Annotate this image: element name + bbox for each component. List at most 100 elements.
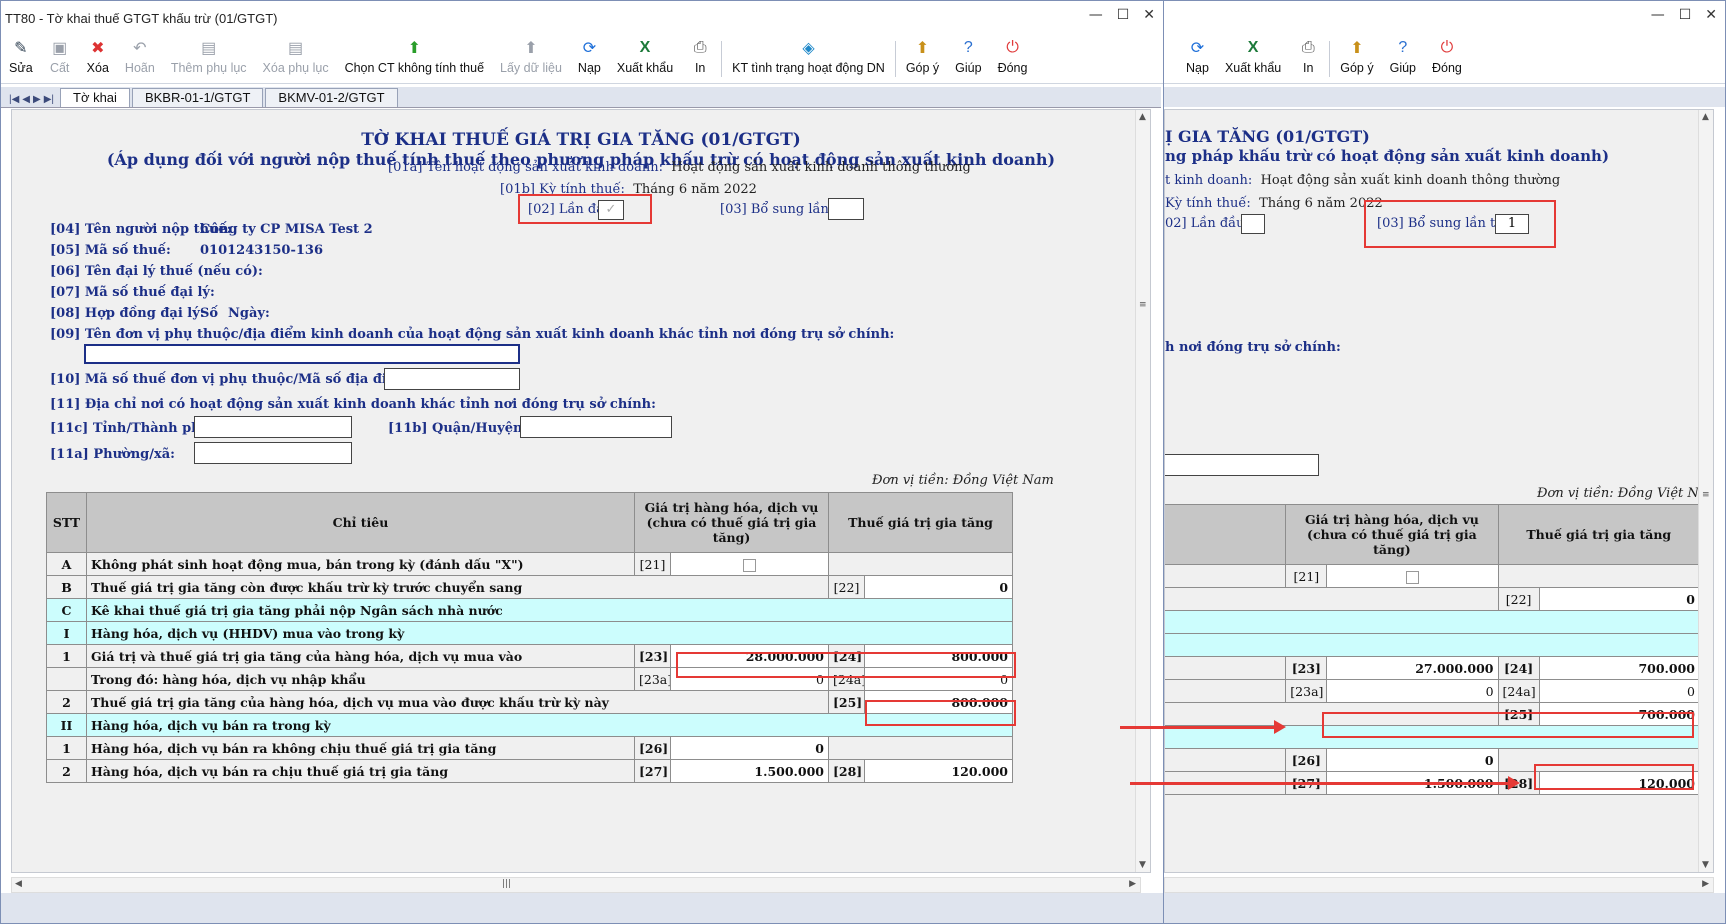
get-data-button[interactable]: ⬆ Lấy dữ liệu — [500, 35, 562, 75]
maximize-icon[interactable]: ☐ — [1679, 7, 1692, 23]
tab-bkbr[interactable]: BKBR-01-1/GTGT — [131, 88, 264, 107]
table-row: B Thuế giá trị gia tăng còn được khấu tr… — [46, 575, 1014, 599]
table-row: 1 Hàng hóa, dịch vụ bán ra không chịu th… — [46, 736, 1014, 760]
check-status-icon: ◈ — [802, 40, 815, 57]
close-icon[interactable]: ✕ — [1143, 7, 1155, 23]
first-tab-icon[interactable]: |◀ — [9, 94, 19, 105]
print-icon: ⎙ — [693, 39, 707, 56]
excel-icon: X — [639, 39, 651, 56]
form-content: TỜ KHAI THUẾ GIÁ TRỊ GIA TĂNG (01/GTGT) … — [11, 109, 1151, 873]
f09-label-right: h nơi đóng trụ sở chính: — [1165, 340, 1341, 355]
table-header-right: Giá trị hàng hóa, dịch vụ (chưa có thuế … — [1165, 504, 1701, 565]
vertical-scrollbar[interactable]: ▲ ≡ ▼ — [1135, 110, 1150, 872]
tab-bkmv[interactable]: BKMV-01-2/GTGT — [265, 88, 398, 107]
f11b-input-right[interactable] — [1165, 454, 1319, 476]
highlight-row-25-right — [1534, 764, 1694, 790]
close-icon[interactable]: ✕ — [1705, 7, 1717, 23]
f11a-input[interactable] — [194, 442, 352, 464]
horizontal-scrollbar[interactable]: ◀ ||| ▶ — [11, 877, 1141, 893]
f02-checkbox-right[interactable] — [1241, 214, 1265, 234]
select-non-taxable-button[interactable]: ⬆ Chọn CT không tính thuế — [345, 35, 484, 75]
no-activity-checkbox[interactable] — [743, 558, 756, 572]
no-activity-checkbox-right[interactable] — [1405, 570, 1419, 584]
form-title-right: Ị GIA TĂNG (01/GTGT) — [1165, 127, 1370, 146]
help-button-right[interactable]: ? Giúp — [1390, 35, 1416, 75]
highlight-f03-right — [1364, 200, 1556, 248]
tax-table-right: Giá trị hàng hóa, dịch vụ (chưa có thuế … — [1165, 504, 1701, 795]
f09-input[interactable] — [84, 344, 520, 364]
feedback-button-right[interactable]: ⬆ Góp ý — [1340, 35, 1373, 75]
f02-label-right: 02] Lần đầu: — [1165, 216, 1249, 231]
currency-note: Đơn vị tiền: Đồng Việt Nam — [872, 473, 1054, 488]
export-button[interactable]: X Xuất khẩu — [617, 35, 673, 75]
window-controls: — ☐ ✕ — [1089, 7, 1155, 23]
highlight-row-23-24-right — [1322, 712, 1694, 738]
vertical-scrollbar-right[interactable]: ▲ ≡ ▼ — [1698, 110, 1713, 872]
table-row: [23] 27.000.000 [24] 700.000 — [1165, 656, 1701, 680]
undo-button[interactable]: ↶ Hoãn — [125, 35, 155, 75]
f10-input[interactable] — [384, 368, 520, 390]
green-arrow-up-icon: ⬆ — [407, 40, 421, 57]
highlight-f02 — [518, 194, 652, 224]
f11c-input[interactable] — [194, 416, 352, 438]
feedback-button[interactable]: ⬆ Góp ý — [906, 35, 939, 75]
f07-label: [07] Mã số thuế đại lý: — [50, 285, 215, 300]
tab-navigation: |◀ ◀ ▶ ▶| — [1, 94, 60, 107]
highlight-row-25 — [865, 700, 1016, 726]
save-button[interactable]: ▣ Cất — [49, 35, 71, 75]
prev-tab-icon[interactable]: ◀ — [22, 94, 30, 105]
reload-button-right[interactable]: ⟳ Nạp — [1186, 35, 1209, 75]
tab-to-khai[interactable]: Tờ khai — [60, 88, 130, 107]
comparison-arrow-23-24 — [1120, 720, 1286, 734]
table-row: [21] — [1165, 564, 1701, 588]
excel-icon: X — [1247, 39, 1259, 56]
f11c-label: [11c] Tỉnh/Thành phố: — [50, 421, 215, 436]
export-button-right[interactable]: X Xuất khẩu — [1225, 35, 1281, 75]
last-tab-icon[interactable]: ▶| — [44, 94, 54, 105]
minimize-icon[interactable]: — — [1651, 7, 1665, 23]
form-title: TỜ KHAI THUẾ GIÁ TRỊ GIA TĂNG (01/GTGT) — [361, 130, 801, 150]
maximize-icon[interactable]: ☐ — [1117, 7, 1130, 23]
f11b-input[interactable] — [520, 416, 672, 438]
table-row: A Không phát sinh hoạt động mua, bán tro… — [46, 552, 1014, 576]
check-status-button[interactable]: ◈ KT tình trạng hoạt động DN — [732, 35, 885, 75]
edit-icon: ✎ — [14, 40, 28, 57]
table-row: 2 Hàng hóa, dịch vụ bán ra chịu thuế giá… — [46, 759, 1014, 783]
close-power-icon: ⏻ — [1440, 39, 1454, 56]
f05-label: [05] Mã số thuế: — [50, 243, 171, 258]
status-bar — [1, 893, 1163, 923]
table-row: [22] 0 — [1165, 587, 1701, 611]
edit-button[interactable]: ✎ Sửa — [9, 35, 33, 75]
status-bar-right — [1164, 893, 1725, 923]
print-button-right[interactable]: ⎙ In — [1297, 35, 1319, 75]
table-header: STT Chỉ tiêu Giá trị hàng hóa, dịch vụ (… — [46, 492, 1014, 553]
table-row: I Hàng hóa, dịch vụ (HHDV) mua vào trong… — [46, 621, 1014, 645]
toolbar-separator — [721, 41, 723, 77]
f09-label: [09] Tên đơn vị phụ thuộc/địa điểm kinh … — [50, 327, 895, 342]
close-form-button[interactable]: ⏻ Đóng — [998, 35, 1028, 75]
delete-appendix-icon: ▤ — [288, 40, 304, 57]
f03-input[interactable] — [828, 198, 864, 220]
undo-icon: ↶ — [133, 40, 147, 57]
add-appendix-button[interactable]: ▤ Thêm phụ lục — [171, 35, 247, 75]
highlight-row-23-24 — [676, 652, 1016, 678]
f08-so: Số — [200, 306, 219, 321]
close-form-button-right[interactable]: ⏻ Đóng — [1432, 35, 1462, 75]
add-appendix-icon: ▤ — [201, 40, 217, 57]
reload-button[interactable]: ⟳ Nạp — [578, 35, 601, 75]
horizontal-scrollbar-right[interactable]: ▶ — [1164, 877, 1714, 893]
feedback-icon: ⬆ — [1350, 40, 1364, 57]
next-tab-icon[interactable]: ▶ — [33, 94, 41, 105]
toolbar-separator — [894, 41, 896, 77]
delete-button[interactable]: ✖ Xóa — [87, 35, 109, 75]
f05-value: 0101243150-136 — [200, 243, 323, 258]
print-button[interactable]: ⎙ In — [689, 35, 711, 75]
table-row — [1165, 610, 1700, 634]
help-button[interactable]: ? Giúp — [955, 35, 981, 75]
toolbar-right: ⟳ Nạp X Xuất khẩu ⎙ In ⬆ Góp ý ? Giúp ⏻ Đóng — [1164, 35, 1725, 84]
close-power-icon: ⏻ — [1006, 39, 1019, 56]
get-data-icon: ⬆ — [524, 40, 538, 57]
comparison-arrow-25 — [1130, 776, 1520, 790]
delete-appendix-button[interactable]: ▤ Xóa phụ lục — [263, 35, 329, 75]
minimize-icon[interactable]: — — [1089, 7, 1103, 23]
